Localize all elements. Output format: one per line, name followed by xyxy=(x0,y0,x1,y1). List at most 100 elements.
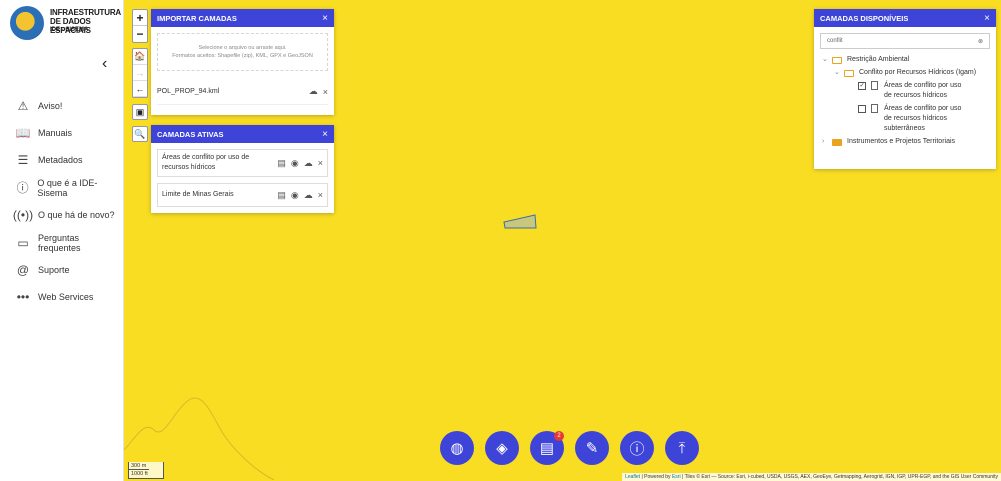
cloud-upload-icon[interactable]: ☁ xyxy=(309,86,318,97)
tree-node-label: Restrição Ambiental xyxy=(847,56,910,63)
layer-checkbox-checked[interactable]: ✓ xyxy=(858,82,866,90)
scale-bar: 300 m 1000 ft xyxy=(128,462,164,479)
folder-icon xyxy=(844,70,854,77)
sidebar-item-label: Aviso! xyxy=(38,100,63,111)
tree-leaf-label: Áreas de conflito por uso de recursos hí… xyxy=(884,105,962,132)
folder-icon xyxy=(832,139,842,146)
sidebar-item-web-services[interactable]: ••• Web Services xyxy=(0,284,124,311)
active-layer-row[interactable]: Áreas de conflito por uso de recursos hí… xyxy=(157,149,328,177)
sidebar-menu: ⚠ Aviso! 📖 Manuais ☰ Metadados ⓘ O que é a I… xyxy=(0,92,124,311)
import-panel-header: IMPORTAR CAMADAS × xyxy=(151,9,334,27)
logo-subtitle: IDE - SISEMA xyxy=(50,27,89,33)
sidebar-item-label: O que é a IDE-Sisema xyxy=(37,177,98,198)
search-icon[interactable]: 🔍 xyxy=(132,126,148,142)
at-icon: @ xyxy=(16,263,30,278)
active-layers-panel: CAMADAS ATIVAS × Áreas de conflito por u… xyxy=(151,125,334,213)
chevron-left-icon[interactable]: ‹ xyxy=(102,55,107,73)
nav-control: 🏠 → ← xyxy=(132,48,148,98)
layer-search-input[interactable]: conflit ⊗ xyxy=(820,33,990,49)
cloud-download-icon[interactable]: ☁ xyxy=(304,190,313,201)
tree-leaf-subterraneos[interactable]: Áreas de conflito por uso de recursos hí… xyxy=(822,104,990,134)
zoom-out-button[interactable]: − xyxy=(133,26,147,42)
layers-icon: ◈ xyxy=(496,440,508,457)
active-layer-label: Áreas de conflito por uso de recursos hí… xyxy=(162,154,250,171)
sidebar-item-metadados[interactable]: ☰ Metadados xyxy=(0,147,124,174)
chevron-down-icon[interactable]: ⌄ xyxy=(822,55,832,65)
globe-icon: ◍ xyxy=(450,440,464,457)
file-dropzone[interactable]: Selecione o arquivo ou arraste aqui. For… xyxy=(157,33,328,71)
active-layer-row[interactable]: Limite de Minas Gerais ▤ ◉ ☁ × xyxy=(157,183,328,207)
tree-leaf-label: Áreas de conflito por uso de recursos hí… xyxy=(884,82,962,99)
file-icon xyxy=(871,81,878,90)
eye-icon[interactable]: ◉ xyxy=(291,158,299,169)
draw-button[interactable]: ✎ xyxy=(575,431,609,465)
sidebar-item-label: O que há de novo? xyxy=(38,210,115,221)
active-panel-header: CAMADAS ATIVAS × xyxy=(151,125,334,143)
available-panel-title: CAMADAS DISPONÍVEIS xyxy=(820,13,909,23)
info-icon: ⓘ xyxy=(16,181,29,196)
bookmark-icon[interactable]: ▣ xyxy=(132,104,148,120)
imported-polygon[interactable] xyxy=(503,214,539,230)
close-icon[interactable]: × xyxy=(322,129,328,140)
chat-icon: ▭ xyxy=(17,235,29,250)
cloud-download-icon[interactable]: ☁ xyxy=(304,158,313,169)
folder-icon xyxy=(832,57,842,64)
chevron-right-icon[interactable]: › xyxy=(822,137,832,147)
basemap-button[interactable]: ◍ xyxy=(440,431,474,465)
info-button[interactable]: ⓘ xyxy=(620,431,654,465)
sidebar-item-novidades[interactable]: ((•)) O que há de novo? xyxy=(0,202,124,229)
tree-node-label: Instrumentos e Projetos Territoriais xyxy=(847,138,956,145)
warning-icon: ⚠ xyxy=(17,98,29,113)
metadata-icon[interactable]: ▤ xyxy=(277,190,286,201)
sidebar-item-label: Suporte xyxy=(38,265,70,276)
close-icon[interactable]: × xyxy=(322,13,328,24)
document-icon: ☰ xyxy=(17,153,29,168)
attribution-text: | Tiles © Esri — Source: Esri, i-cubed, … xyxy=(680,474,998,480)
forward-arrow-icon[interactable]: → xyxy=(133,65,147,81)
legend-button[interactable]: ▤ 2 xyxy=(530,431,564,465)
sidebar-item-label: Metadados xyxy=(38,155,83,166)
import-panel-title: IMPORTAR CAMADAS xyxy=(157,13,237,23)
sidebar-item-manuais[interactable]: 📖 Manuais xyxy=(0,119,124,146)
import-layers-panel: IMPORTAR CAMADAS × Selecione o arquivo o… xyxy=(151,9,334,115)
sidebar-item-label: Perguntas frequentes xyxy=(37,232,81,253)
tree-node-label: Conflito por Recursos Hídricos (Igam) xyxy=(859,69,977,76)
metadata-icon[interactable]: ▤ xyxy=(277,158,286,169)
esri-link[interactable]: Esri xyxy=(672,474,681,480)
zoom-in-button[interactable]: + xyxy=(133,10,147,26)
upload-icon: ⤒ xyxy=(678,439,686,457)
clear-search-icon[interactable]: ⊗ xyxy=(978,38,983,45)
upload-button[interactable]: ⤒ xyxy=(665,431,699,465)
sidebar-item-o-que-e[interactable]: ⓘ O que é a IDE-Sisema xyxy=(0,174,124,201)
sidebar-item-label: Web Services xyxy=(38,292,94,303)
active-panel-title: CAMADAS ATIVAS xyxy=(157,129,224,139)
scale-metric: 300 m xyxy=(129,462,149,470)
sidebar-item-perguntas[interactable]: ▭ Perguntas frequentes xyxy=(0,229,124,256)
ide-logo[interactable] xyxy=(10,6,44,40)
tree-node-conflito[interactable]: ⌄ Conflito por Recursos Hídricos (Igam) xyxy=(822,68,990,78)
alert-icon: ⓘ xyxy=(629,440,645,458)
close-icon[interactable]: × xyxy=(984,13,990,24)
back-arrow-icon[interactable]: ← xyxy=(133,81,147,97)
remove-layer-icon[interactable]: × xyxy=(318,158,323,168)
remove-layer-icon[interactable]: × xyxy=(318,190,323,200)
layers-button[interactable]: ◈ xyxy=(485,431,519,465)
home-icon[interactable]: 🏠 xyxy=(133,49,147,65)
chevron-down-icon[interactable]: ⌄ xyxy=(834,68,844,78)
remove-file-icon[interactable]: × xyxy=(323,87,328,97)
sidebar-item-suporte[interactable]: @ Suporte xyxy=(0,256,124,283)
tree-node-restricao[interactable]: ⌄ Restrição Ambiental xyxy=(822,55,990,65)
dots-icon: ••• xyxy=(16,290,30,305)
pin-edit-icon: ✎ xyxy=(585,440,599,457)
available-layers-panel: CAMADAS DISPONÍVEIS × conflit ⊗ ⌄ Restri… xyxy=(814,9,996,169)
tree-leaf-superficiais[interactable]: ✓ Áreas de conflito por uso de recursos … xyxy=(822,81,990,101)
imported-file-row: POL_PROP_94.kml ☁ × xyxy=(157,79,328,105)
eye-icon[interactable]: ◉ xyxy=(291,190,299,201)
imported-file-name: POL_PROP_94.kml xyxy=(157,88,220,95)
layer-checkbox[interactable] xyxy=(858,105,866,113)
dropzone-instruction: Selecione o arquivo ou arraste aqui. xyxy=(198,45,287,51)
tree-node-instrumentos[interactable]: › Instrumentos e Projetos Territoriais xyxy=(822,137,990,147)
sidebar-item-aviso[interactable]: ⚠ Aviso! xyxy=(0,92,124,119)
sidebar: INFRAESTRUTURA DE DADOS ESPACIAIS IDE - … xyxy=(0,0,124,481)
leaflet-link[interactable]: Leaflet xyxy=(625,474,640,480)
